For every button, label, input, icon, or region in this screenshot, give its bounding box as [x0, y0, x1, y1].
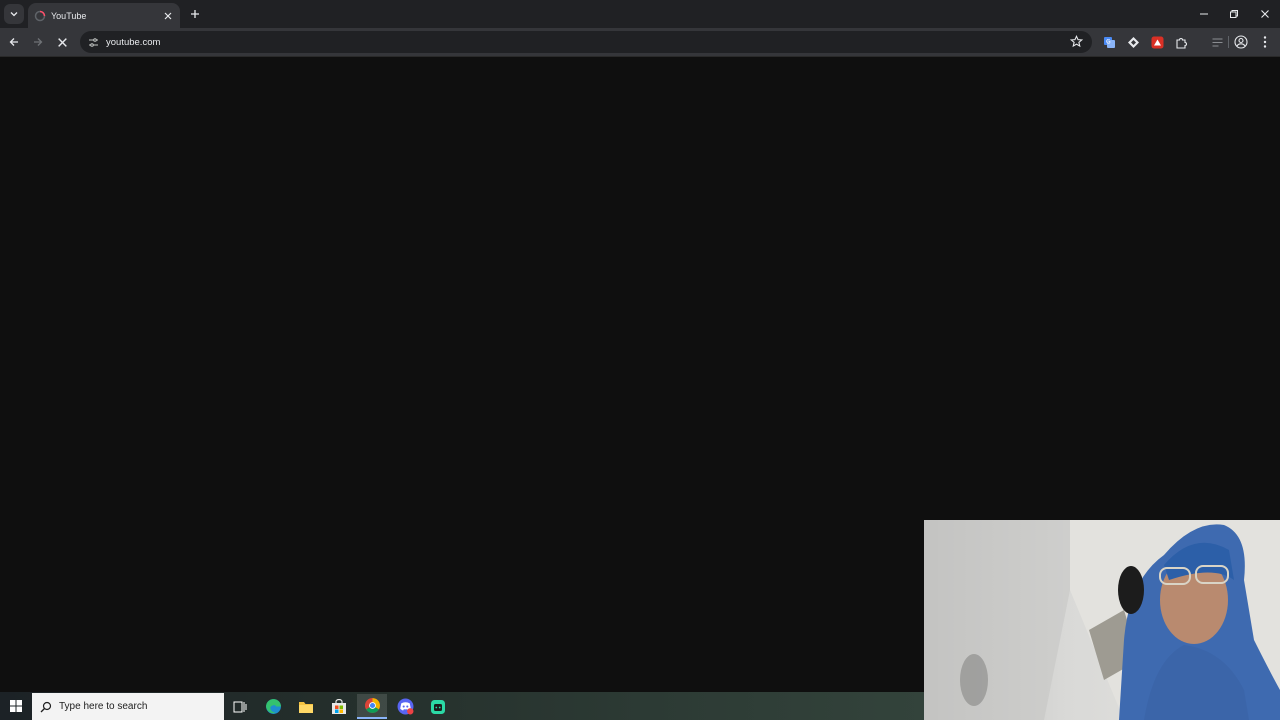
- edge-taskbar-button[interactable]: [258, 694, 288, 719]
- tab-youtube[interactable]: YouTube: [28, 3, 180, 28]
- stop-loading-icon: [57, 37, 67, 47]
- search-icon: [40, 701, 52, 713]
- bookmark-star-icon[interactable]: [1070, 35, 1084, 49]
- close-window-icon: [1260, 10, 1269, 18]
- close-icon[interactable]: [162, 10, 174, 22]
- diamond-extension-icon[interactable]: [1126, 35, 1140, 49]
- discord-taskbar-button[interactable]: [390, 694, 420, 719]
- chrome-icon: [364, 698, 380, 713]
- discord-icon: [397, 698, 413, 715]
- start-button[interactable]: [0, 692, 32, 720]
- browser-menu-icon[interactable]: [1258, 35, 1272, 49]
- url-text: youtube.com: [106, 36, 161, 48]
- plus-icon: [191, 10, 199, 18]
- store-taskbar-button[interactable]: [324, 694, 354, 719]
- red-extension-icon[interactable]: [1150, 35, 1164, 49]
- webcam-feed-image: [924, 520, 1280, 720]
- file-explorer-taskbar-button[interactable]: [291, 694, 321, 719]
- minimize-icon: [1199, 13, 1208, 15]
- site-info-icon[interactable]: [86, 35, 100, 49]
- tab-search-button[interactable]: [4, 4, 24, 24]
- toolbar-divider: [1228, 36, 1229, 48]
- address-bar[interactable]: youtube.com: [80, 31, 1092, 53]
- forward-button[interactable]: [28, 32, 48, 52]
- restore-button[interactable]: [1218, 0, 1249, 28]
- forward-arrow-icon: [34, 38, 43, 46]
- edge-icon: [265, 699, 281, 714]
- minimize-button[interactable]: [1188, 0, 1219, 28]
- chrome-taskbar-button[interactable]: [357, 694, 387, 719]
- reading-list-icon[interactable]: [1210, 35, 1224, 49]
- store-icon: [332, 698, 346, 714]
- back-arrow-icon: [9, 38, 18, 46]
- search-placeholder: Type here to search: [59, 701, 148, 712]
- browser-toolbar: youtube.com G: [0, 28, 1280, 57]
- taskbar: Type here to search: [0, 692, 924, 720]
- app-taskbar-button[interactable]: [423, 694, 453, 719]
- task-view-icon: [233, 701, 247, 712]
- webcam-overlay: [924, 520, 1280, 720]
- translate-extension-icon[interactable]: G: [1102, 35, 1116, 49]
- tab-strip: YouTube: [0, 0, 1280, 28]
- new-tab-button[interactable]: [186, 5, 204, 23]
- tab-title: YouTube: [51, 10, 87, 21]
- task-view-button[interactable]: [225, 694, 255, 719]
- puzzle-extensions-icon[interactable]: [1174, 35, 1188, 49]
- close-window-button[interactable]: [1249, 0, 1280, 28]
- svg-text:G: G: [1106, 38, 1111, 45]
- app-icon: [431, 699, 445, 714]
- chevron-down-icon: [10, 12, 18, 17]
- loading-favicon-icon: [34, 10, 46, 22]
- file-explorer-icon: [299, 701, 313, 713]
- restore-icon: [1229, 10, 1238, 18]
- windows-logo-icon: [10, 700, 22, 712]
- back-button[interactable]: [4, 32, 24, 52]
- profile-avatar-icon[interactable]: [1234, 35, 1248, 49]
- stop-button[interactable]: [52, 32, 72, 52]
- taskbar-search-input[interactable]: Type here to search: [32, 693, 224, 720]
